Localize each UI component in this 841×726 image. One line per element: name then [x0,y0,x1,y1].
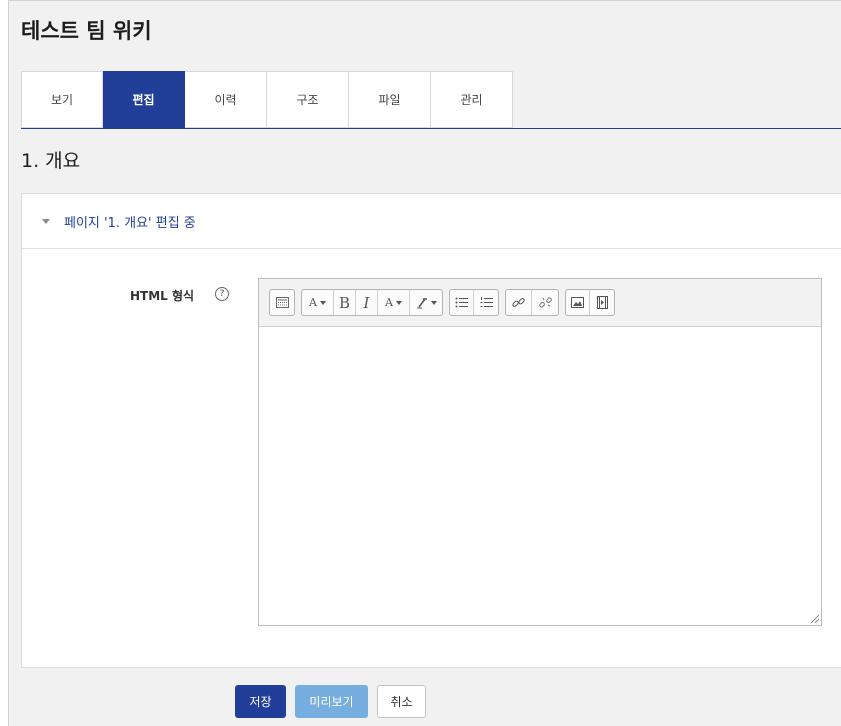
html-editor: A B I A [258,278,822,626]
bold-icon[interactable]: B [334,290,356,315]
edit-form-header[interactable]: 페이지 '1. 개요' 편집 중 [22,194,841,249]
italic-icon[interactable]: I [356,290,378,315]
cancel-button[interactable]: 취소 [377,685,426,718]
wiki-tabs: 보기 편집 이력 구조 파일 관리 [21,71,513,128]
tab-view[interactable]: 보기 [21,71,103,128]
resize-handle-icon[interactable] [809,613,819,623]
toolbar-group-links [505,289,559,316]
tab-structure[interactable]: 구조 [267,71,349,128]
ordered-list-icon[interactable] [474,290,498,315]
font-style-icon[interactable]: A [302,290,334,315]
font-style-glyph: A [309,296,317,309]
toolbar-group-media [565,289,615,316]
edit-form-header-text: 페이지 '1. 개요' 편집 중 [64,215,196,231]
wiki-page: 테스트 팀 위키 보기 편집 이력 구조 파일 관리 1. 개요 페이지 '1.… [8,0,841,726]
help-icon[interactable]: ? [215,287,229,301]
unordered-list-icon[interactable] [450,290,474,315]
unlink-icon[interactable] [532,290,558,315]
editor-content-area[interactable] [259,327,821,625]
clear-format-icon[interactable] [410,290,442,315]
tab-underline [21,128,841,129]
tab-edit[interactable]: 편집 [103,71,185,128]
toolbar-group-lists [449,289,499,316]
text-color-icon[interactable]: A [378,290,410,315]
text-color-glyph: A [385,296,393,309]
edit-form-card: 페이지 '1. 개요' 편집 중 HTML 형식 ? A B I A [21,193,841,668]
collapse-caret-icon[interactable] [42,218,50,224]
bold-glyph: B [338,293,351,312]
html-format-label: HTML 형식 [130,289,195,303]
save-button[interactable]: 저장 [235,685,286,718]
show-more-icon[interactable] [270,290,294,315]
tab-history[interactable]: 이력 [185,71,267,128]
section-title: 1. 개요 [21,150,81,172]
media-icon[interactable] [590,290,614,315]
tab-files[interactable]: 파일 [349,71,431,128]
toolbar-group-format: A B I A [301,289,443,316]
form-actions: 저장 미리보기 취소 [235,685,426,718]
toolbar-group-more [269,289,295,316]
image-icon[interactable] [566,290,590,315]
preview-button[interactable]: 미리보기 [295,685,368,718]
editor-toolbar: A B I A [259,279,821,327]
italic-glyph: I [363,293,370,312]
tab-manage[interactable]: 관리 [431,71,513,128]
link-icon[interactable] [506,290,532,315]
wiki-title: 테스트 팀 위키 [21,19,152,43]
